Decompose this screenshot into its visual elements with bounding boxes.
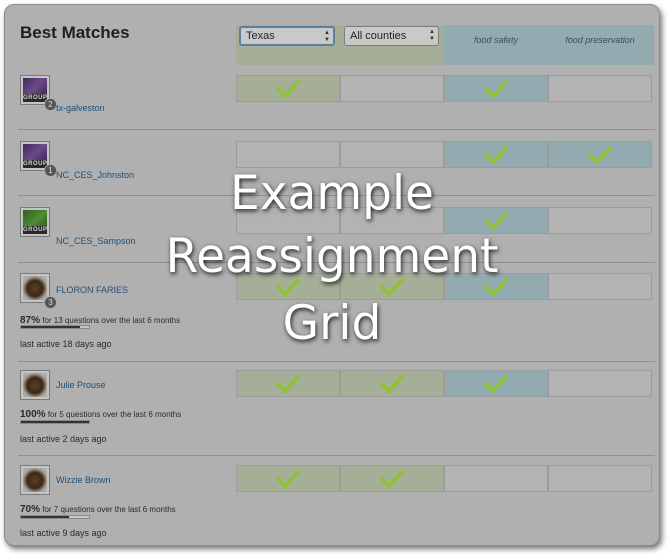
grid-cell[interactable] (548, 465, 652, 492)
answer-rate-percent: 70% (20, 504, 41, 515)
answer-rate-text: 70% for 7 questions over the last 6 mont… (20, 504, 176, 515)
overlay-caption-line: Reassignment (165, 229, 499, 284)
check-icon (380, 469, 404, 488)
grid-cell[interactable] (444, 141, 548, 168)
county-select[interactable]: All counties ▲ ▼ (344, 26, 439, 46)
grid-cell[interactable] (236, 75, 340, 102)
grid-cell[interactable] (236, 370, 340, 397)
answer-rate-percent: 100% (20, 409, 46, 420)
pinecone-image (23, 373, 47, 397)
up-down-arrows-icon: ▲ ▼ (429, 29, 435, 42)
grid-cell[interactable] (444, 75, 548, 102)
user-name-link[interactable]: Julie Prouse (56, 380, 106, 390)
last-active-text: last active 9 days ago (20, 528, 107, 538)
check-icon (484, 145, 508, 164)
check-icon (276, 374, 300, 393)
page-title: Best Matches (20, 23, 130, 42)
grid-cell[interactable] (444, 465, 548, 492)
answer-rate-detail: for 7 questions over the last 6 months (42, 505, 176, 514)
grid-cell[interactable] (548, 141, 652, 168)
state-select[interactable]: Texas ▲ ▼ (239, 26, 335, 46)
grid-cell[interactable] (340, 370, 444, 397)
user-name-link[interactable]: FLORON FARIES (56, 285, 128, 295)
row-divider (18, 361, 655, 362)
user-avatar[interactable] (20, 465, 50, 495)
answer-rate-text: 100% for 5 questions over the last 6 mon… (20, 409, 181, 420)
reassignment-grid-panel: Best Matches Texas ▲ ▼ All counties ▲ ▼ fo… (4, 4, 660, 546)
check-icon (588, 145, 612, 164)
check-icon (276, 79, 300, 98)
group-image: GROUP (23, 78, 47, 102)
grid-cell[interactable] (236, 465, 340, 492)
pinecone-image (23, 468, 47, 492)
answer-rate-detail: for 5 questions over the last 6 months (47, 410, 182, 419)
grid-cell[interactable] (548, 75, 652, 102)
grid-cell[interactable] (444, 370, 548, 397)
grid-cell[interactable] (340, 75, 444, 102)
check-icon (484, 374, 508, 393)
up-down-arrows-icon: ▲ ▼ (324, 30, 330, 43)
overlay-caption-line: Grid (282, 296, 382, 351)
grid-cell[interactable] (340, 141, 444, 168)
state-select-value: Texas (246, 30, 275, 42)
count-badge: 2 (45, 99, 56, 110)
answer-rate-bar (20, 515, 90, 519)
category-header-food-safety: food safety (473, 35, 519, 45)
answer-rate-bar (20, 420, 90, 424)
check-icon (380, 374, 404, 393)
check-icon (484, 79, 508, 98)
county-select-value: All counties (350, 30, 407, 42)
last-active-text: last active 2 days ago (20, 434, 107, 444)
check-icon (276, 469, 300, 488)
user-avatar[interactable] (20, 370, 50, 400)
grid-cell[interactable] (236, 141, 340, 168)
category-header-band (444, 25, 654, 65)
row-divider (18, 129, 655, 130)
answer-rate-fill (21, 516, 69, 518)
grid-cell[interactable] (340, 465, 444, 492)
category-header-food-preservation: food preservation (565, 35, 635, 45)
user-name-link[interactable]: Wizzie Brown (56, 475, 111, 485)
grid-cell[interactable] (548, 370, 652, 397)
answer-rate-fill (21, 421, 89, 423)
group-tag: GROUP (23, 94, 47, 102)
overlay-caption-line: Example (230, 166, 434, 221)
row-divider (18, 455, 655, 456)
group-name-link[interactable]: tx-galveston (56, 103, 105, 113)
